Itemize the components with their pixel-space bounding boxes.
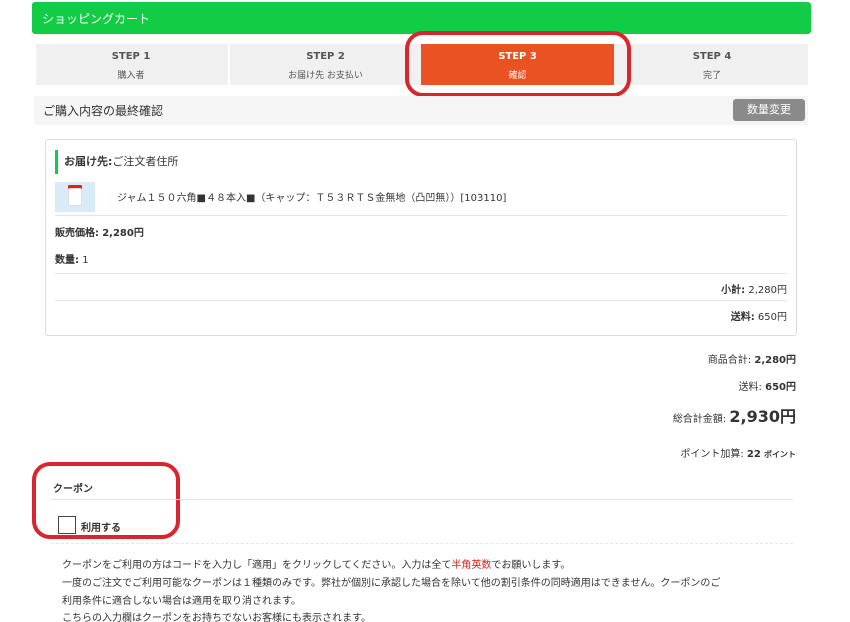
delivery-label: お届け先:: [64, 155, 113, 168]
divider: [55, 273, 787, 274]
qty-value: 1: [82, 255, 89, 266]
highlight-ring-step: [405, 31, 631, 97]
coupon-note-3: 利用条件に適合しない場合は適用を取り消されます。: [62, 596, 301, 607]
change-quantity-button[interactable]: 数量変更: [733, 99, 805, 121]
shipping-total-label: 送料:: [738, 382, 762, 393]
coupon-note-1b: でお願いします。: [491, 560, 571, 571]
shipping-total: 送料: 650円: [739, 378, 796, 393]
step-1: STEP 1 購入者: [36, 44, 226, 85]
price-value: 2,280円: [102, 228, 144, 239]
grand-total-value: 2,930円: [729, 407, 796, 426]
jar-body-shape: [68, 188, 82, 206]
divider: [51, 543, 793, 544]
use-coupon-label[interactable]: 利用する: [81, 519, 121, 534]
step-1-title: STEP 1: [111, 51, 151, 62]
qty-label: 数量:: [55, 255, 79, 266]
shipping-label: 送料:: [730, 312, 755, 323]
step-1-label: 購入者: [117, 71, 145, 81]
step-4: STEP 4 完了: [616, 44, 808, 85]
quantity: 数量: 1: [55, 251, 89, 266]
coupon-title: クーポン: [53, 484, 93, 495]
shipping-total-value: 650円: [765, 382, 796, 393]
confirm-section-bar: ご購入内容の最終確認: [34, 96, 808, 125]
product-name: ジャム１５０六角■４８本入■（キャップ：Ｔ５３ＲＴＳ金無地（凸凹無））[1031…: [117, 193, 507, 204]
coupon-note-1: クーポンをご利用の方はコードを入力し「適用」をクリックしてください。入力は全て半…: [62, 556, 570, 571]
delivery-value: ご注文者住所: [112, 155, 179, 168]
confirm-title: ご購入内容の最終確認: [43, 104, 164, 118]
grand-total: 総合計金額: 2,930円: [673, 403, 796, 427]
subtotal-value: 2,280円: [748, 285, 787, 296]
coupon-note-1-emphasis: 半角英数: [451, 560, 492, 571]
use-coupon-checkbox[interactable]: [58, 516, 76, 534]
divider: [51, 499, 793, 500]
items-total-value: 2,280円: [754, 355, 796, 366]
delivery-info: お届け先:ご注文者住所: [55, 150, 178, 174]
order-detail-box: お届け先:ご注文者住所 ジャム１５０六角■４８本入■（キャップ：Ｔ５３ＲＴＳ金無…: [45, 139, 797, 336]
price-label: 販売価格:: [55, 228, 99, 239]
cart-header: ショッピングカート: [32, 2, 811, 34]
step-2: STEP 2 お届け先 お支払い: [228, 44, 421, 85]
points-value: 22: [746, 449, 761, 460]
divider: [55, 300, 787, 301]
step-2-label: お届け先 お支払い: [288, 71, 363, 81]
shipping: 送料: 650円: [731, 308, 787, 323]
items-total: 商品合計: 2,280円: [708, 351, 796, 366]
coupon-note-1a: クーポンをご利用の方はコードを入力し「適用」をクリックしてください。入力は全て: [62, 560, 452, 571]
items-total-label: 商品合計:: [707, 355, 752, 366]
points-earned: ポイント加算: 22 ポイント: [680, 445, 796, 460]
coupon-note-2: 一度のご注文でご利用可能なクーポンは１種類のみです。弊社が個別に承認した場合を除…: [62, 578, 721, 589]
sale-price: 販売価格: 2,280円: [55, 224, 144, 239]
points-unit: ポイント: [764, 450, 796, 459]
divider: [55, 215, 787, 216]
points-label: ポイント加算:: [680, 449, 744, 460]
subtotal: 小計: 2,280円: [721, 281, 787, 296]
step-4-label: 完了: [702, 71, 721, 81]
grand-total-label: 総合計金額:: [672, 414, 727, 425]
product-thumbnail: [55, 182, 95, 212]
coupon-note-4: こちらの入力欄はクーポンをお持ちでないお客様にも表示されます。: [62, 613, 371, 622]
shipping-value: 650円: [757, 312, 787, 323]
subtotal-label: 小計:: [721, 285, 746, 296]
step-2-title: STEP 2: [306, 51, 345, 62]
step-4-title: STEP 4: [692, 51, 732, 62]
cart-title: ショッピングカート: [42, 12, 151, 26]
